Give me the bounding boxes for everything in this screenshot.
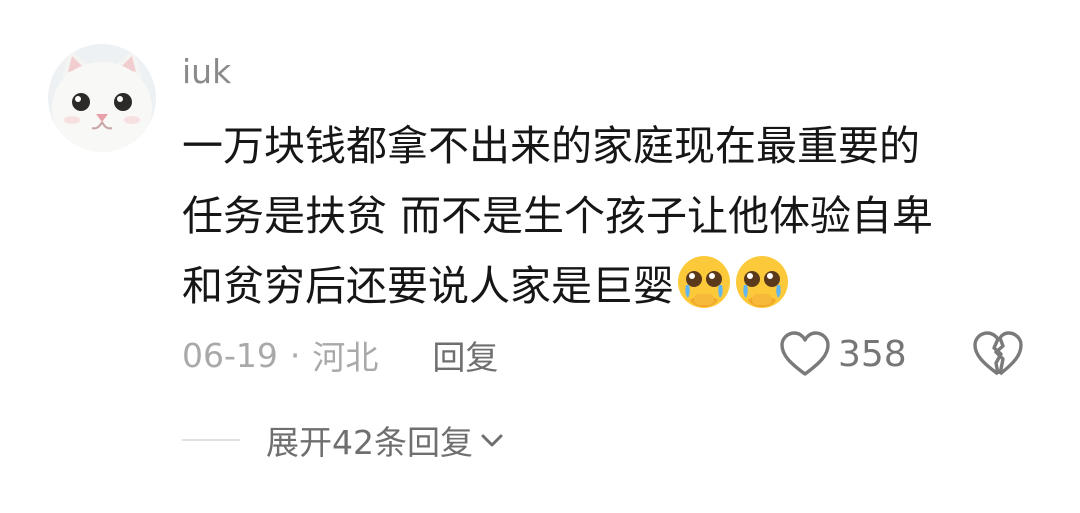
like-button[interactable]: 358 <box>778 328 907 380</box>
broken-heart-icon[interactable] <box>972 330 1024 378</box>
reply-button[interactable]: 回复 <box>432 331 498 379</box>
comment-location: 河北 <box>312 338 379 377</box>
comment-meta: 06-19 · 河北 回复 <box>182 330 498 380</box>
avatar[interactable] <box>48 44 156 152</box>
username[interactable]: iuk <box>182 50 231 94</box>
expand-replies-button[interactable]: 展开42条回复 <box>182 415 507 465</box>
pleading-face-icon <box>736 256 788 308</box>
like-count: 358 <box>838 333 907 375</box>
comment-line-2: 任务是扶贫 而不是生个孩子让他体验自卑 <box>182 192 934 240</box>
comment-line-3: 和贫穷后还要说人家是巨婴 <box>182 251 1052 321</box>
comment-line-1: 一万块钱都拿不出来的家庭现在最重要的 <box>182 122 920 170</box>
cat-avatar-image <box>48 44 156 152</box>
chevron-down-icon <box>481 434 503 447</box>
comment-line-3-text: 和贫穷后还要说人家是巨婴 <box>182 262 674 310</box>
expand-divider <box>182 439 240 441</box>
comment-date: 06-19 <box>182 335 278 375</box>
expand-replies-label: 展开42条回复 <box>266 423 473 462</box>
meta-separator: · <box>289 335 301 375</box>
pleading-face-icon <box>678 256 730 308</box>
heart-icon <box>780 331 830 376</box>
comment-text: 一万块钱都拿不出来的家庭现在最重要的 任务是扶贫 而不是生个孩子让他体验自卑 和… <box>182 111 1052 321</box>
